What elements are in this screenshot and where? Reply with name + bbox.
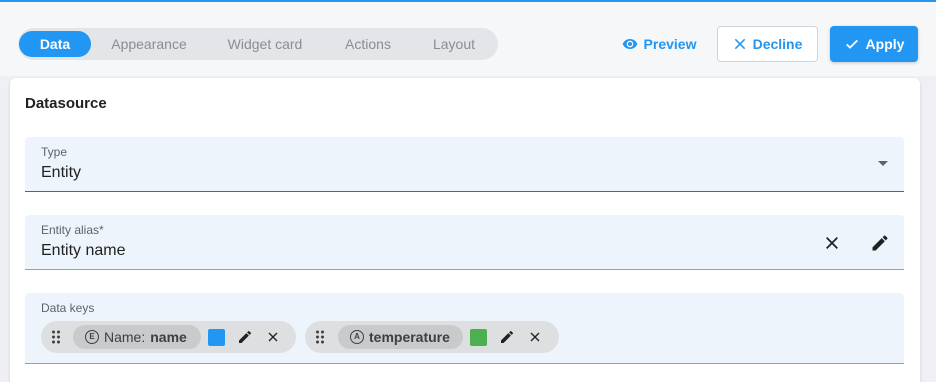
data-key-label-chip[interactable]: A temperature	[338, 325, 463, 349]
data-key-chip[interactable]: E Name: name	[41, 321, 296, 353]
drag-handle-icon[interactable]	[315, 330, 325, 349]
type-label: Type	[41, 145, 68, 159]
remove-icon[interactable]	[261, 325, 285, 349]
dropdown-arrow-icon[interactable]	[878, 161, 888, 166]
preview-button[interactable]: Preview	[612, 26, 706, 62]
tab-widget-card[interactable]: Widget card	[214, 31, 316, 57]
entity-alias-label: Entity alias*	[41, 223, 104, 237]
type-value: Entity	[41, 164, 82, 181]
preview-label: Preview	[643, 36, 697, 52]
data-key-prefix: Name:	[104, 329, 146, 345]
edit-icon[interactable]	[495, 325, 519, 349]
entity-alias-field[interactable]: Entity alias* Entity name	[25, 215, 904, 270]
data-key-label-chip[interactable]: E Name: name	[73, 325, 201, 349]
eye-icon	[622, 36, 638, 52]
color-swatch[interactable]	[470, 329, 487, 346]
tab-appearance[interactable]: Appearance	[96, 31, 202, 57]
tab-actions[interactable]: Actions	[332, 31, 404, 57]
close-icon	[733, 37, 747, 51]
data-keys-label: Data keys	[41, 301, 95, 315]
entity-alias-value: Entity name	[41, 242, 126, 259]
data-key-name: temperature	[369, 329, 450, 345]
tab-layout[interactable]: Layout	[418, 31, 490, 57]
drag-handle-icon[interactable]	[51, 330, 61, 349]
data-keys-field: Data keys E Name: name A temperature	[25, 293, 904, 364]
data-key-chip[interactable]: A temperature	[305, 321, 559, 353]
entity-field-icon: E	[85, 330, 99, 344]
tab-bar: Data Appearance Widget card Actions Layo…	[18, 28, 498, 60]
data-key-name: name	[150, 329, 187, 345]
tab-data[interactable]: Data	[19, 31, 91, 57]
attribute-icon: A	[350, 330, 364, 344]
apply-button[interactable]: Apply	[830, 26, 918, 62]
color-swatch[interactable]	[208, 329, 225, 346]
check-icon	[844, 36, 860, 52]
decline-label: Decline	[752, 36, 803, 52]
clear-icon[interactable]	[820, 231, 844, 255]
decline-button[interactable]: Decline	[717, 26, 818, 62]
type-select[interactable]: Type Entity	[25, 137, 904, 192]
remove-icon[interactable]	[523, 325, 547, 349]
edit-icon[interactable]	[868, 231, 892, 255]
apply-label: Apply	[865, 36, 905, 52]
edit-icon[interactable]	[233, 325, 257, 349]
section-title: Datasource	[25, 95, 107, 112]
